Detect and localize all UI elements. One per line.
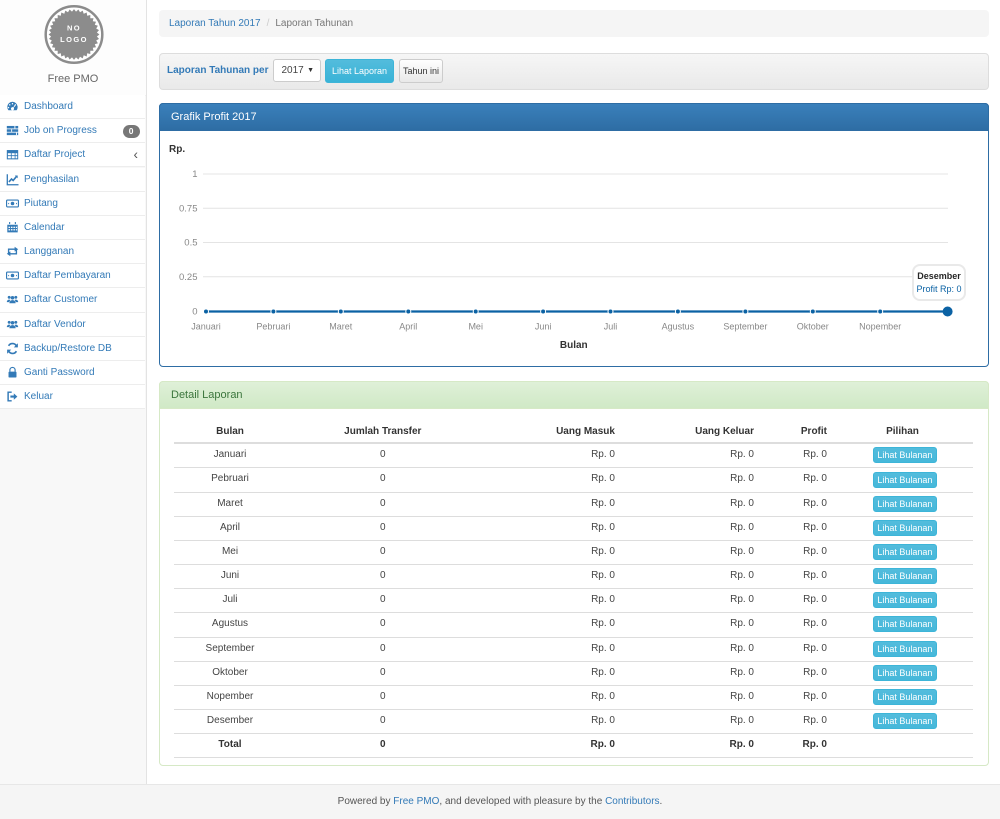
svg-text:Pebruari: Pebruari <box>256 322 290 332</box>
svg-text:Oktober: Oktober <box>797 322 829 332</box>
svg-text:Nopember: Nopember <box>859 322 901 332</box>
svg-text:0: 0 <box>192 307 197 318</box>
svg-text:Maret: Maret <box>329 322 353 332</box>
svg-text:Juli: Juli <box>604 322 618 332</box>
svg-text:0.25: 0.25 <box>179 272 198 283</box>
svg-text:September: September <box>723 322 767 332</box>
svg-text:Juni: Juni <box>535 322 552 332</box>
svg-text:Mei: Mei <box>468 322 483 332</box>
svg-text:0.75: 0.75 <box>179 203 198 214</box>
svg-text:Januari: Januari <box>191 322 221 332</box>
svg-text:Agustus: Agustus <box>662 322 695 332</box>
svg-text:1: 1 <box>192 169 197 180</box>
svg-text:0.5: 0.5 <box>184 238 197 249</box>
svg-text:April: April <box>399 322 417 332</box>
